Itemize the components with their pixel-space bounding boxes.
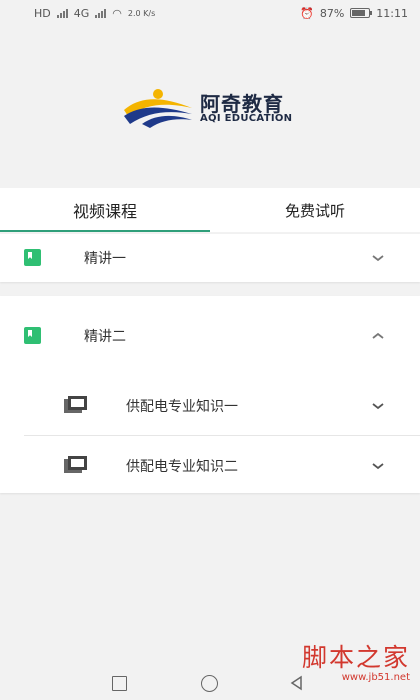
logo-name-en: AQI EDUCATION: [200, 113, 293, 124]
tab-free-trial[interactable]: 免费试听: [210, 188, 420, 232]
tab-bar: 视频课程 免费试听: [0, 188, 420, 232]
chevron-down-icon[interactable]: [370, 250, 386, 266]
logo-mark-icon: [124, 89, 192, 128]
book-icon: [24, 327, 41, 344]
watermark-url: www.jb51.net: [341, 672, 410, 683]
recent-apps-button[interactable]: [112, 676, 127, 691]
video-stack-icon: [64, 456, 87, 473]
section-header-1[interactable]: 精讲一: [0, 234, 420, 282]
book-icon: [24, 249, 41, 266]
signal-icon-2: [95, 8, 107, 18]
lesson-title: 供配电专业知识二: [126, 459, 238, 475]
lesson-title: 供配电专业知识一: [126, 399, 238, 415]
section-title: 精讲二: [84, 329, 126, 345]
network-type: 4G: [73, 6, 90, 20]
chevron-down-icon[interactable]: [370, 458, 386, 474]
watermark: 脚本之家 www.jb51.net: [280, 638, 410, 692]
tab-label: 视频课程: [72, 202, 137, 221]
video-stack-icon: [64, 396, 87, 413]
battery-icon: [350, 8, 373, 18]
section-card-2: 精讲二 供配电专业知识一 供配电专业知识二: [0, 296, 420, 493]
lesson-item[interactable]: 供配电专业知识二: [0, 436, 420, 496]
section-card-1: 精讲一: [0, 234, 420, 282]
chevron-up-icon[interactable]: [370, 328, 386, 344]
section-header-2[interactable]: 精讲二: [0, 296, 420, 376]
section-title: 精讲一: [84, 251, 126, 267]
watermark-cn: 脚本之家: [301, 643, 410, 672]
network-speed: 2.0 K/s: [127, 8, 156, 18]
clock: 11:11: [376, 6, 408, 20]
app-logo: 阿奇教育 AQI EDUCATION: [122, 86, 302, 130]
home-button[interactable]: [201, 675, 218, 692]
alarm-icon: ⏰: [300, 6, 314, 20]
chevron-down-icon[interactable]: [370, 398, 386, 414]
lesson-item[interactable]: 供配电专业知识一: [0, 376, 420, 436]
tab-label: 免费试听: [284, 201, 345, 220]
status-bar: HD 4G ◠ 2.0 K/s ⏰ 87% 11:11: [0, 0, 420, 26]
signal-icon: [56, 8, 68, 18]
battery-percent: 87%: [319, 6, 345, 20]
wifi-icon: ◠: [112, 6, 122, 20]
tab-video-courses[interactable]: 视频课程: [0, 188, 210, 232]
sim-indicator: HD: [34, 6, 51, 20]
app-header: 阿奇教育 AQI EDUCATION: [0, 26, 420, 188]
